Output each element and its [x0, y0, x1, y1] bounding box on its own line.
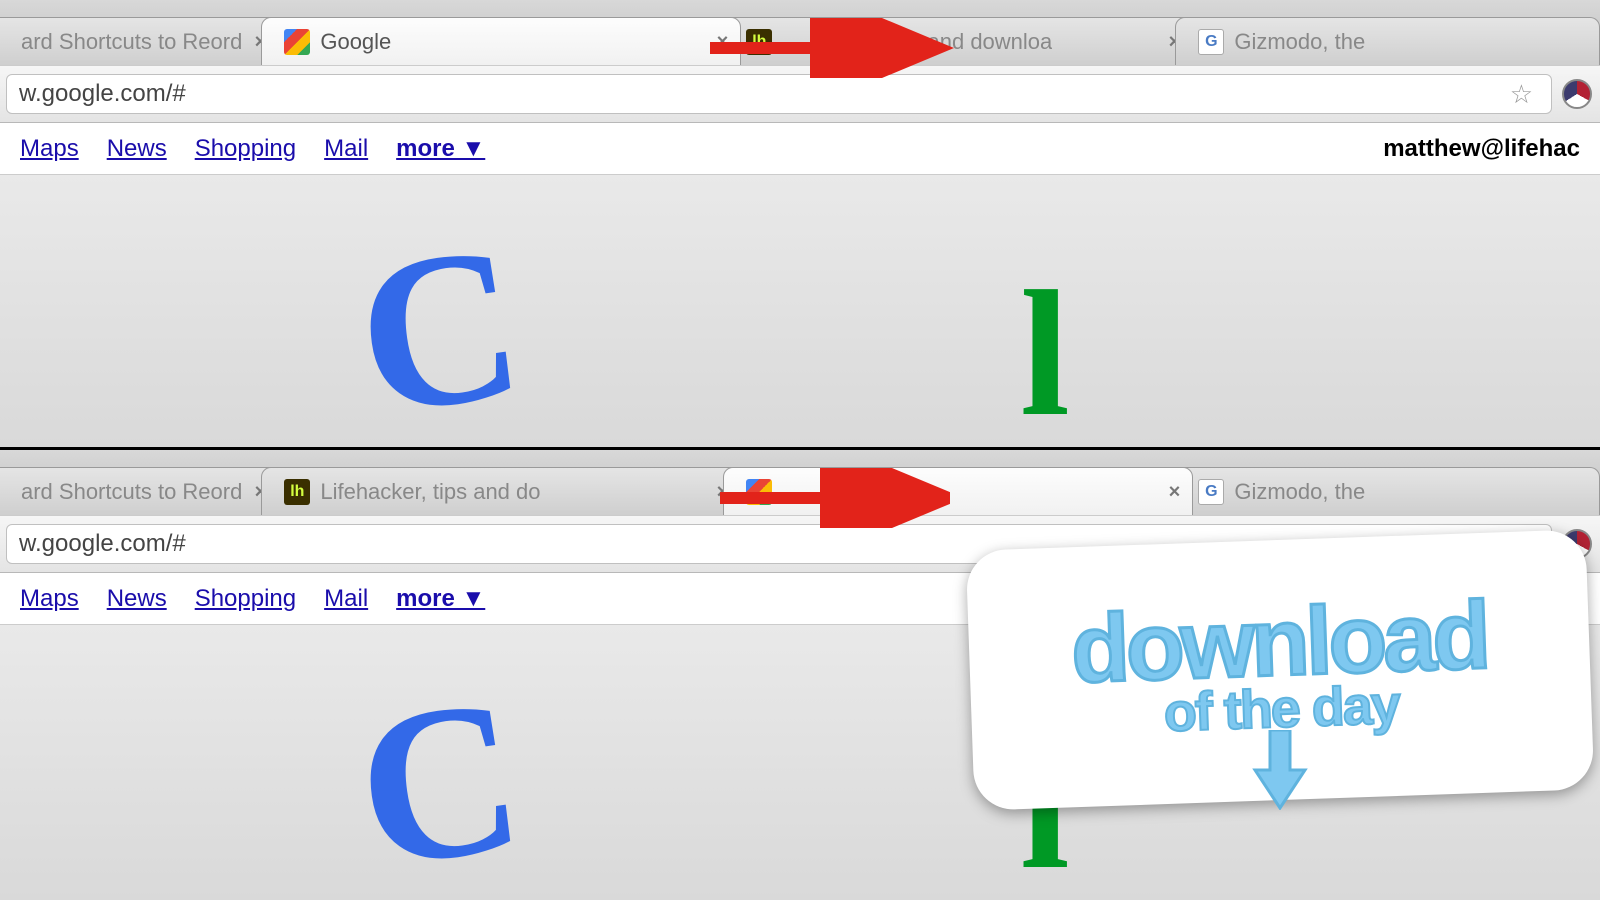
tab-gizmodo[interactable]: G Gizmodo, the	[1175, 17, 1600, 65]
google-nav: Maps News Shopping Mail more ▼ matthew@l…	[0, 123, 1600, 175]
gizmodo-favicon: G	[1198, 29, 1224, 55]
tab-gizmodo[interactable]: G Gizmodo, the	[1175, 467, 1600, 515]
close-icon[interactable]: ×	[1169, 482, 1181, 502]
page-content: C l	[0, 175, 1600, 447]
gizmodo-favicon: G	[1198, 479, 1224, 505]
tab-strip-bottom: ard Shortcuts to Reord × lh Lifehacker, …	[0, 450, 1600, 515]
tab-strip-top: ard Shortcuts to Reord × Google × lh ack…	[0, 0, 1600, 65]
extension-icon[interactable]	[1562, 79, 1592, 109]
before-panel: ard Shortcuts to Reord × Google × lh ack…	[0, 0, 1600, 450]
tab-label: ard Shortcuts to Reord	[21, 479, 242, 505]
tab-label: Lifehacker, tips and do	[320, 479, 540, 505]
nav-mail[interactable]: Mail	[324, 135, 368, 163]
url-text: w.google.com/#	[19, 530, 1504, 558]
nav-news[interactable]: News	[107, 135, 167, 163]
tab-label: Google	[320, 29, 391, 55]
url-text: w.google.com/#	[19, 80, 1504, 108]
lifehacker-favicon: lh	[284, 479, 310, 505]
nav-more[interactable]: more ▼	[396, 135, 485, 163]
tab-label: Gizmodo, the	[1234, 29, 1365, 55]
tab-label: oogle	[822, 479, 876, 505]
bookmark-star-icon[interactable]: ☆	[1510, 529, 1533, 560]
tab-shortcuts[interactable]: ard Shortcuts to Reord ×	[0, 467, 279, 515]
logo-fragment: C	[343, 647, 536, 900]
nav-maps[interactable]: Maps	[20, 135, 79, 163]
url-field[interactable]: w.google.com/# ☆	[6, 74, 1552, 114]
user-email[interactable]: matthew@lifehac	[1383, 135, 1580, 163]
tab-label: acker, tips and downloa	[822, 29, 1052, 55]
tab-google[interactable]: Google ×	[261, 17, 741, 65]
logo-fragment: C	[343, 194, 536, 447]
tab-label: ard Shortcuts to Reord	[21, 29, 242, 55]
google-favicon	[746, 479, 772, 505]
lifehacker-favicon: lh	[746, 29, 772, 55]
nav-mail[interactable]: Mail	[324, 585, 368, 613]
page-content: C l	[0, 625, 1600, 900]
address-bar: w.google.com/# ☆	[0, 65, 1600, 123]
close-icon[interactable]: ×	[717, 32, 729, 52]
nav-shopping[interactable]: Shopping	[195, 135, 296, 163]
nav-shopping[interactable]: Shopping	[195, 585, 296, 613]
extension-icon[interactable]	[1562, 529, 1592, 559]
google-favicon	[284, 29, 310, 55]
address-bar: w.google.com/# ☆	[0, 515, 1600, 573]
nav-more[interactable]: more ▼	[396, 585, 485, 613]
nav-maps[interactable]: Maps	[20, 585, 79, 613]
logo-fragment: l	[1020, 703, 1070, 900]
nav-news[interactable]: News	[107, 585, 167, 613]
tab-google[interactable]: oogle ×	[723, 467, 1193, 515]
after-panel: ard Shortcuts to Reord × lh Lifehacker, …	[0, 450, 1600, 900]
user-email[interactable]: matthew@lifehac	[1383, 585, 1580, 613]
bookmark-star-icon[interactable]: ☆	[1510, 79, 1533, 110]
tab-label: Gizmodo, the	[1234, 479, 1365, 505]
url-field[interactable]: w.google.com/# ☆	[6, 524, 1552, 564]
tab-lifehacker[interactable]: lh Lifehacker, tips and do ×	[261, 467, 741, 515]
google-nav: Maps News Shopping Mail more ▼ matthew@l…	[0, 573, 1600, 625]
tab-shortcuts[interactable]: ard Shortcuts to Reord ×	[0, 17, 279, 65]
logo-fragment: l	[1020, 250, 1070, 447]
tab-lifehacker[interactable]: lh acker, tips and downloa ×	[723, 17, 1193, 65]
